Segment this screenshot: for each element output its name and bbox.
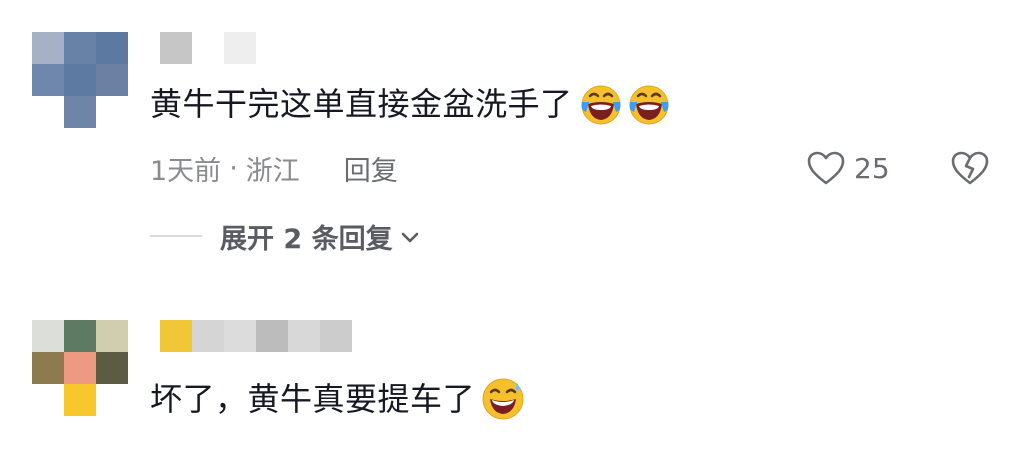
mosaic-block [192, 320, 224, 352]
expand-replies-label: 展开 2 条回复 [220, 223, 393, 255]
like-button[interactable]: 25 [806, 148, 890, 188]
comment-text: 黄牛干完这单直接金盆洗手了 [150, 82, 671, 126]
chevron-down-icon [401, 232, 418, 243]
mosaic-block [224, 32, 256, 64]
username[interactable] [160, 32, 256, 64]
broken-heart-icon [951, 151, 989, 185]
mosaic-block [96, 384, 128, 416]
comment-text: 坏了，黄牛真要提车了 [150, 377, 525, 421]
mosaic-block [64, 384, 96, 416]
mosaic-block [64, 32, 96, 64]
mosaic-block [32, 64, 64, 96]
mosaic-block [160, 32, 192, 64]
expand-replies-button[interactable]: 展开 2 条回复 [150, 216, 419, 256]
laugh-cry-emoji [627, 82, 671, 126]
avatar[interactable] [32, 32, 128, 128]
mosaic-block [32, 32, 64, 64]
mosaic-block [64, 96, 96, 128]
mosaic-block [32, 96, 64, 128]
mosaic-block [96, 96, 128, 128]
mosaic-block [64, 320, 96, 352]
mosaic-block [288, 320, 320, 352]
username[interactable] [160, 320, 352, 352]
divider-line [150, 235, 202, 237]
comment-text-content: 坏了，黄牛真要提车了 [150, 380, 476, 418]
mosaic-block [160, 320, 192, 352]
mosaic-block [96, 320, 128, 352]
mosaic-block [64, 64, 96, 96]
comment-item: 坏了，黄牛真要提车了 [0, 300, 1024, 460]
meta-separator: · [229, 152, 238, 184]
mosaic-block [320, 320, 352, 352]
laugh-cry-emoji [579, 82, 623, 126]
mosaic-block [96, 352, 128, 384]
avatar[interactable] [32, 320, 128, 416]
mosaic-block [256, 320, 288, 352]
heart-icon [807, 151, 845, 185]
mosaic-block [32, 384, 64, 416]
mosaic-block [224, 320, 256, 352]
mosaic-block [64, 352, 96, 384]
like-count: 25 [854, 151, 890, 185]
comment-time: 1天前 [150, 155, 222, 187]
dislike-button[interactable] [950, 150, 990, 190]
grinning-sweat-emoji [481, 377, 525, 421]
comment-meta: 1天前 · 浙江 回复 [150, 148, 398, 188]
mosaic-block [192, 32, 224, 64]
comment-item: 黄牛干完这单直接金盆洗手了 1天前 · 浙江 回复 25 展开 2 条回复 [0, 0, 1024, 290]
mosaic-block [96, 64, 128, 96]
mosaic-block [32, 352, 64, 384]
mosaic-block [96, 32, 128, 64]
reply-button[interactable]: 回复 [344, 149, 398, 188]
mosaic-block [32, 320, 64, 352]
comment-location: 浙江 [245, 155, 300, 187]
comment-text-content: 黄牛干完这单直接金盆洗手了 [150, 85, 573, 123]
